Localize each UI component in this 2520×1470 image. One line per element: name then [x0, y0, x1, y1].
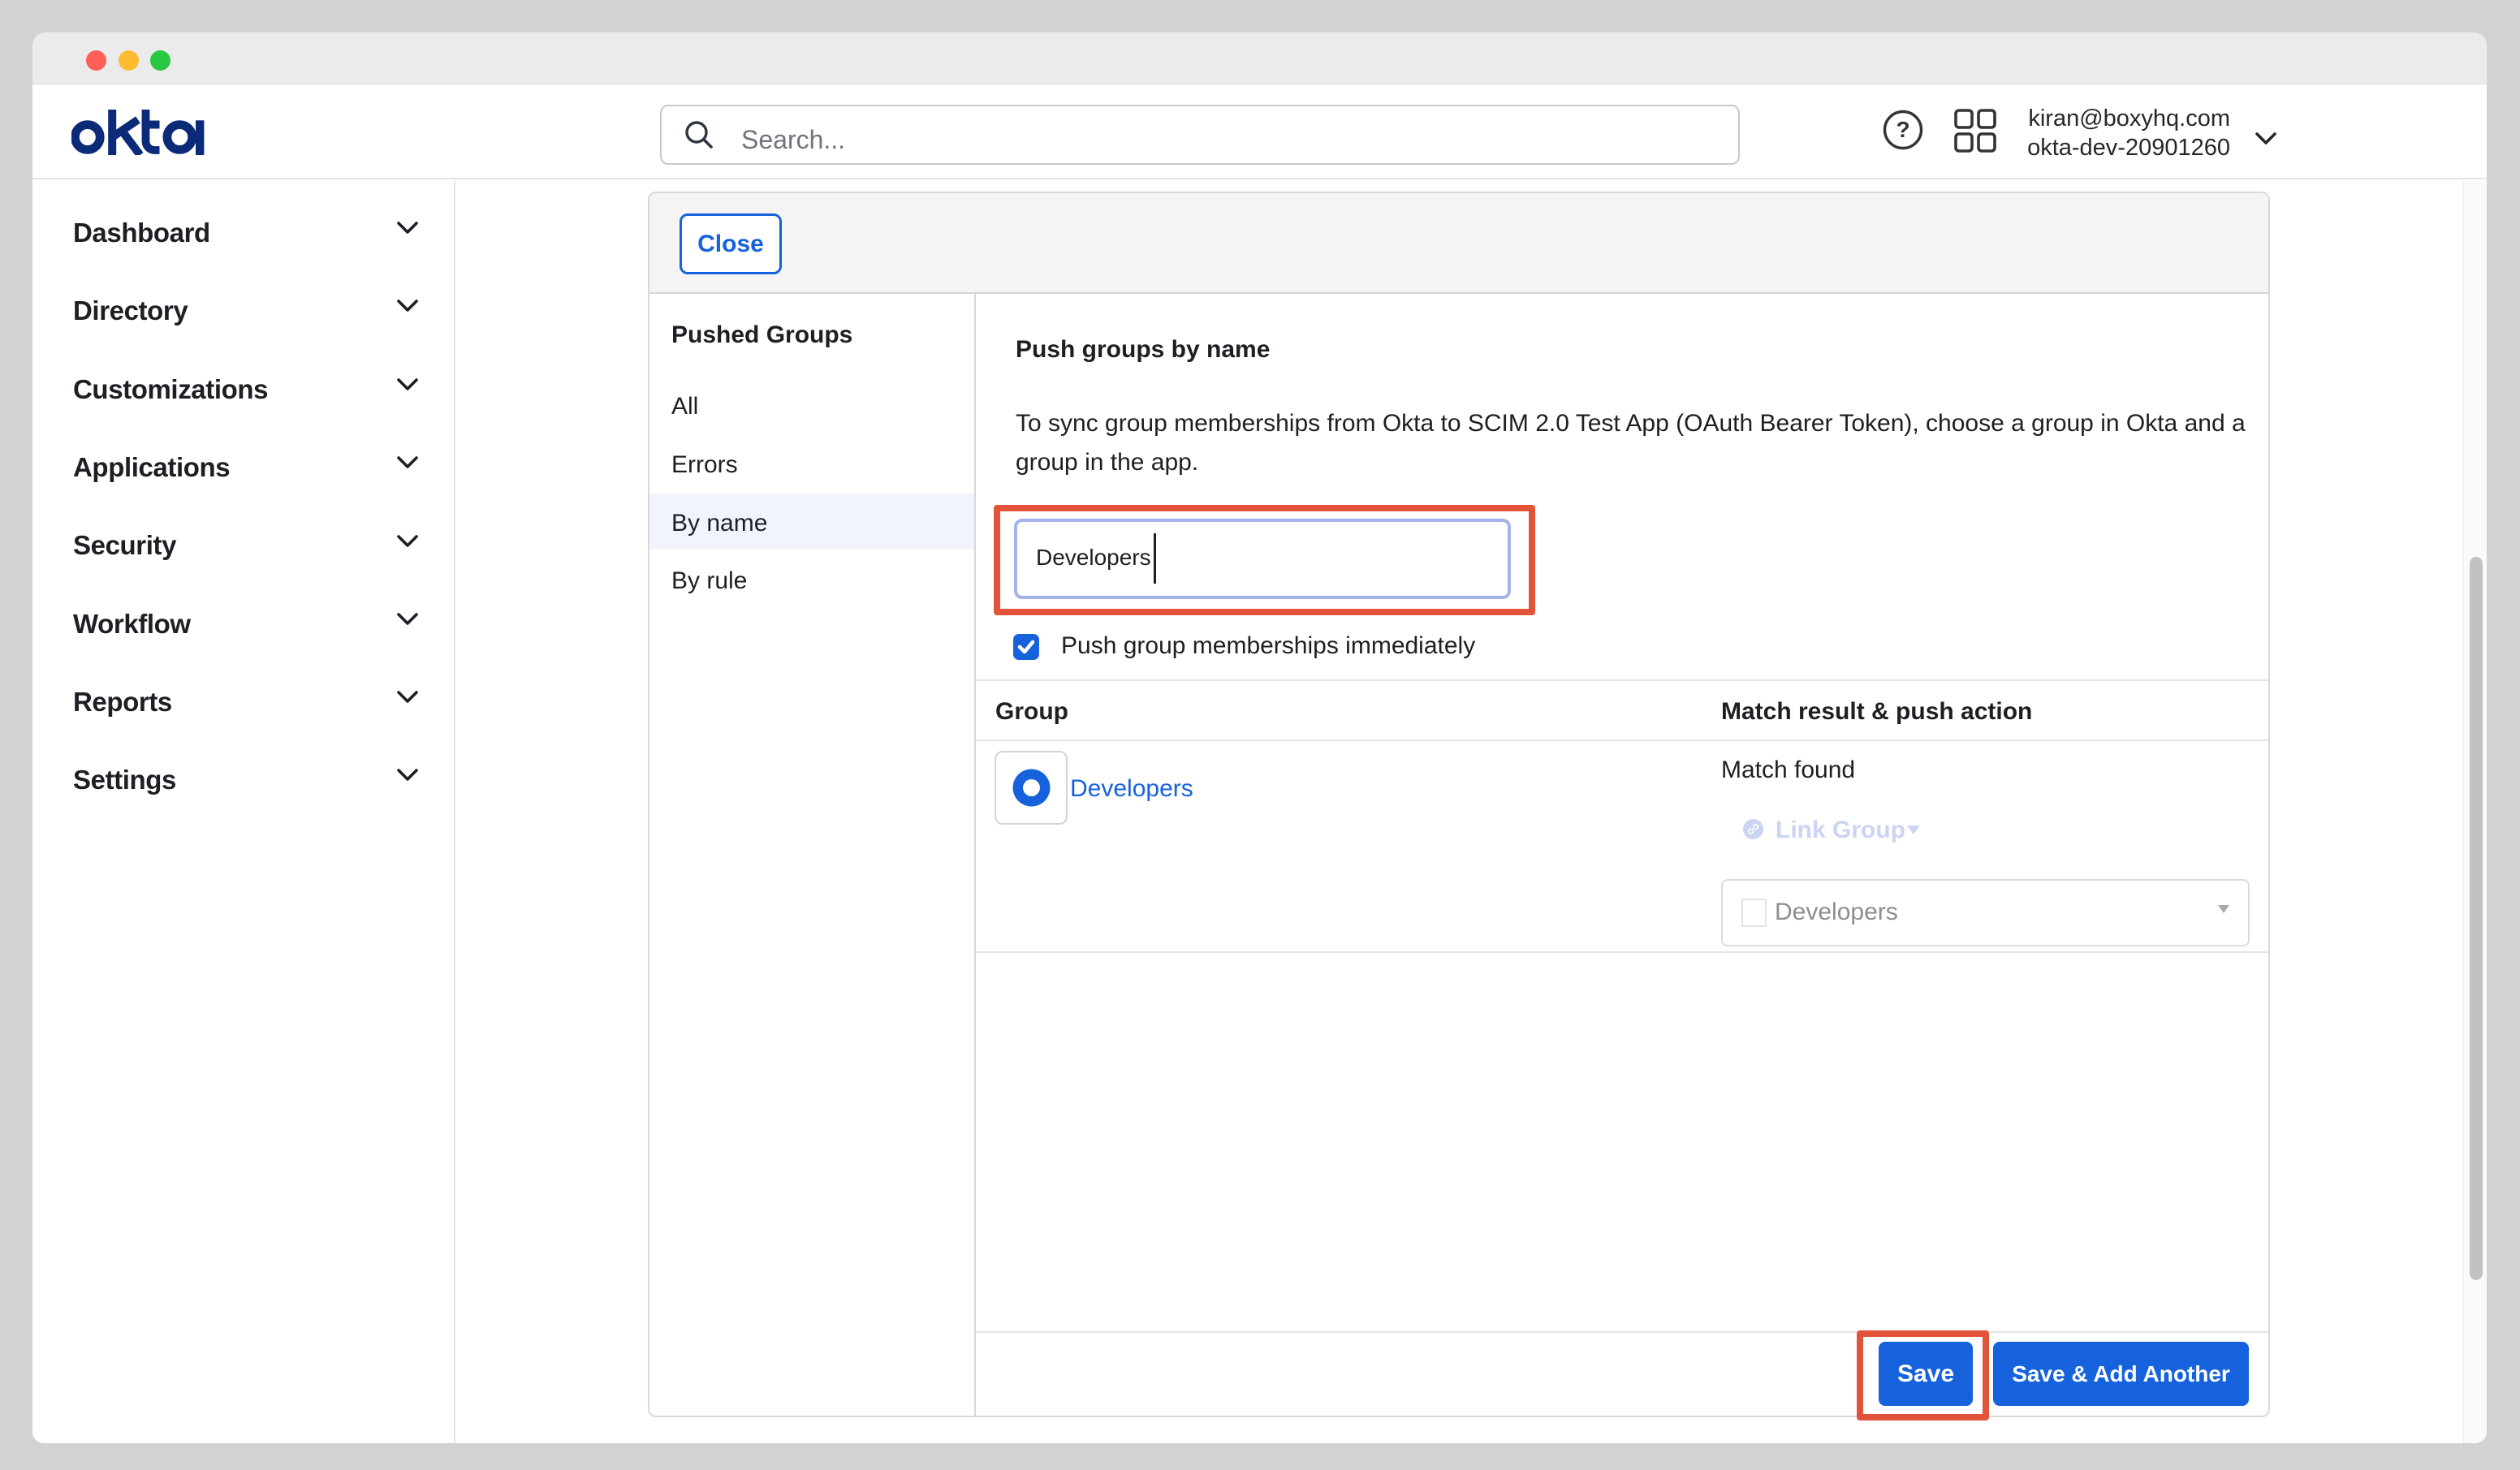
svg-text:?: ? [1896, 117, 1909, 142]
